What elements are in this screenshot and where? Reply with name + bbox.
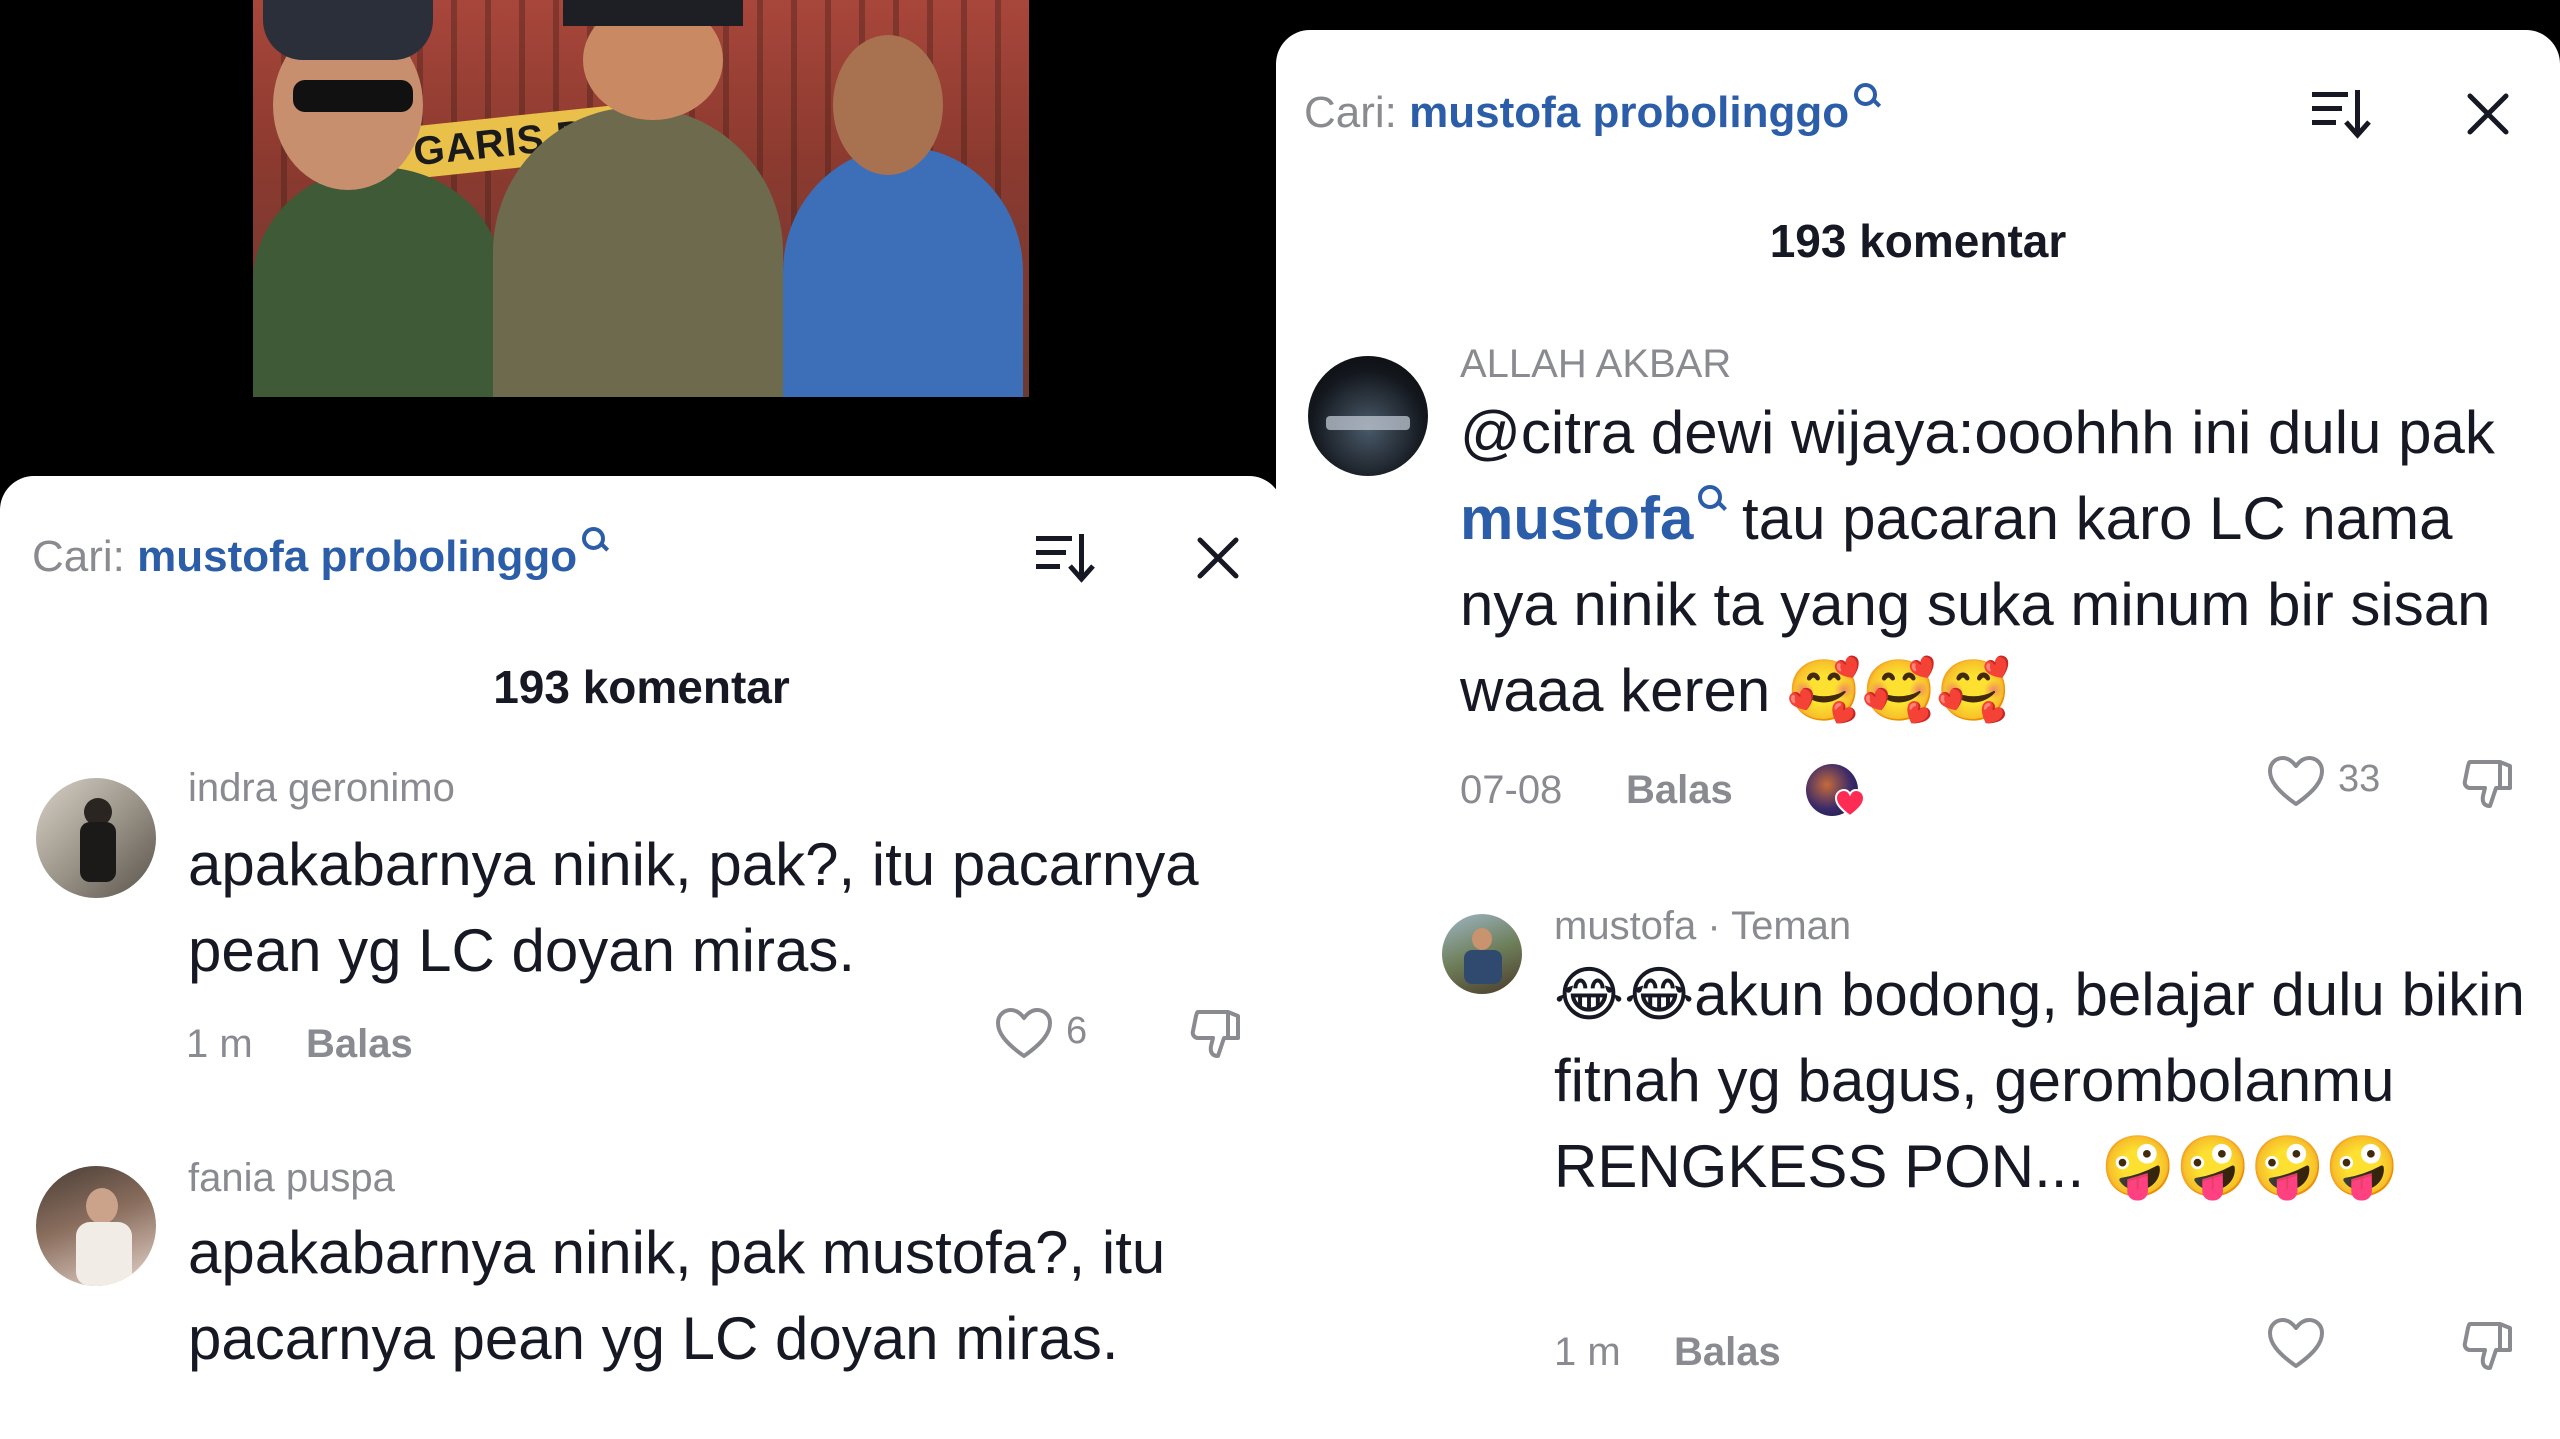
sort-button[interactable] <box>1032 524 1096 588</box>
cap <box>263 0 433 60</box>
like-button[interactable] <box>994 1006 1054 1062</box>
comment-time: 1 m <box>1554 1330 1621 1374</box>
person-right-head <box>833 35 943 175</box>
thumbs-down-icon <box>2462 760 2512 808</box>
liked-by-creator-heart-icon <box>1834 788 1866 818</box>
dislike-button[interactable] <box>2460 1316 2520 1376</box>
close-icon <box>1197 537 1239 579</box>
comment-count: 193 komentar <box>1769 215 2067 267</box>
comment-text: apakabarnya ninik, pak?, itu pacarnya pe… <box>188 831 1199 984</box>
heart-icon <box>2268 756 2324 806</box>
comment-time: 07-08 <box>1460 768 1563 812</box>
comment-time: 1 m <box>186 1022 253 1066</box>
avatar-figure-body <box>1464 950 1502 984</box>
close-icon <box>2467 93 2509 135</box>
comment-username[interactable]: indra geronimo <box>188 766 455 811</box>
search-bar[interactable]: Cari: mustofa probolinggo <box>1304 83 1879 138</box>
avatar-figure-head <box>86 1188 118 1224</box>
like-count: 33 <box>2338 758 2381 800</box>
search-bar[interactable]: Cari: mustofa probolinggo <box>32 527 607 582</box>
like-button[interactable] <box>2266 1316 2326 1372</box>
sort-icon <box>1036 534 1095 583</box>
comment-username[interactable]: mustofa · Teman <box>1554 904 1851 949</box>
dislike-button[interactable] <box>1188 1004 1248 1064</box>
close-button[interactable] <box>2456 82 2520 146</box>
reply-button[interactable]: Balas <box>306 1022 413 1067</box>
avatar-figure-body <box>76 1222 132 1286</box>
close-button[interactable] <box>1186 526 1250 590</box>
comment-text: apakabarnya ninik, pak mustofa?, itu pac… <box>188 1219 1166 1372</box>
comment-count: 193 komentar <box>493 661 790 713</box>
comment-username[interactable]: fania puspa <box>188 1156 395 1201</box>
sort-icon <box>2312 90 2371 139</box>
like-count: 6 <box>1066 1010 1088 1052</box>
comment-username[interactable]: ALLAH AKBAR <box>1460 342 1731 387</box>
search-prefix: Cari: <box>1304 88 1397 137</box>
search-term[interactable]: mustofa probolinggo <box>1409 88 1849 137</box>
thumbs-down-icon <box>2462 1322 2512 1370</box>
officer-cap <box>563 0 743 26</box>
person-center <box>493 107 783 397</box>
avatar[interactable] <box>36 1166 156 1286</box>
video-thumbnail[interactable]: GARIS P <box>253 0 1029 397</box>
thumbs-down-icon <box>1190 1010 1240 1058</box>
search-term[interactable]: mustofa probolinggo <box>137 532 577 581</box>
heart-icon <box>996 1008 1052 1058</box>
search-icon <box>581 526 607 552</box>
avatar[interactable] <box>1308 356 1428 476</box>
comment-text-part: @citra dewi wijaya:ooohhh ini dulu pak <box>1460 399 2495 466</box>
reply-button[interactable]: Balas <box>1674 1330 1781 1375</box>
search-icon <box>1697 484 1725 512</box>
sunglasses <box>293 80 413 112</box>
mention-link[interactable]: mustofa <box>1460 485 1693 552</box>
avatar[interactable] <box>36 778 156 898</box>
comments-panel-right: Cari: mustofa probolinggo 193 komentar A… <box>1276 30 2560 1439</box>
search-icon <box>1853 82 1879 108</box>
reply-button[interactable]: Balas <box>1626 768 1733 813</box>
avatar-figure-body <box>80 822 116 882</box>
heart-icon <box>2268 1318 2324 1368</box>
search-prefix: Cari: <box>32 532 125 581</box>
comments-panel-left: Cari: mustofa probolinggo 193 komentar i… <box>0 476 1283 1439</box>
avatar[interactable] <box>1442 914 1522 994</box>
dislike-button[interactable] <box>2460 754 2520 814</box>
like-button[interactable] <box>2266 754 2326 810</box>
comment-text: 😂😂akun bodong, belajar dulu bikin fitnah… <box>1554 961 2525 1200</box>
person-right <box>783 147 1023 397</box>
sort-button[interactable] <box>2308 80 2372 144</box>
avatar-figure-head <box>1472 928 1492 950</box>
person-left <box>253 167 503 397</box>
avatar-building <box>1326 416 1410 430</box>
comment-text: @citra dewi wijaya:ooohhh ini dulu pak m… <box>1460 390 2542 734</box>
